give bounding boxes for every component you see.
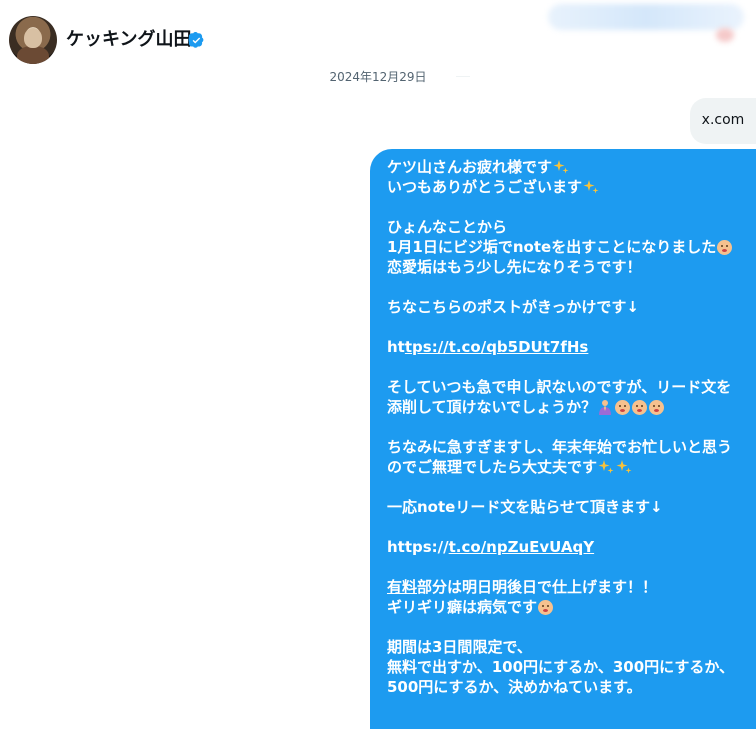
avatar[interactable] — [9, 16, 57, 64]
message-text: ケツ山さんお疲れ様です いつもありがとうございます ひょんなことから 1月1日に… — [387, 157, 747, 697]
message-line: 1月1日にビジ垢でnoteを出すことになりました — [387, 238, 717, 256]
date-label: 2024年12月29日 — [329, 70, 427, 84]
frowning-face-icon — [615, 400, 631, 415]
message-line: そしていつも急で申し訳ないのですが、リード文を — [387, 378, 732, 396]
blurred-header-icon — [716, 28, 734, 42]
message-line: 500円にするか、決めかねています。 — [387, 678, 642, 696]
message-line: https:// — [387, 538, 449, 556]
message-link[interactable]: 有料 — [387, 578, 417, 596]
message-line: いつもありがとうございます — [387, 178, 583, 196]
link-preview-domain[interactable]: x.com — [690, 112, 756, 128]
message-line: ギリギリ癖は病気です — [387, 598, 538, 616]
praying-person-icon — [599, 400, 612, 415]
sparkles-icon — [583, 180, 599, 194]
link-preview-bubble[interactable]: x.com — [690, 98, 756, 144]
message-line: ひょんなことから — [387, 218, 508, 236]
message-line: ちなみに急すぎますし、年末年始でお忙しいと思う — [387, 438, 733, 456]
message-line: 部分は明日明後日で仕上げます！！ — [417, 578, 658, 596]
conversation-header: ケッキング山田 — [0, 0, 756, 68]
message-line: ちなこちらのポストがきっかけです↓ — [387, 298, 639, 316]
message-line: 期間は3日間限定で、 — [387, 638, 532, 656]
message-line: ケツ山さんお疲れ様です — [387, 158, 553, 176]
frowning-face-icon — [538, 600, 554, 615]
message-line: ht — [387, 338, 405, 356]
pleading-face-icon — [717, 240, 733, 255]
message-link[interactable]: t.co/npZuEvUAqY — [449, 538, 594, 556]
date-separator: 2024年12月29日 — [0, 66, 756, 86]
message-bubble[interactable]: ケツ山さんお疲れ様です いつもありがとうございます ひょんなことから 1月1日に… — [370, 149, 756, 729]
sparkles-icon — [553, 160, 569, 174]
sparkles-icon — [598, 460, 614, 474]
message-line: 添削して頂けないでしょうか？ — [387, 398, 597, 416]
frowning-face-icon — [632, 400, 648, 415]
message-line: 無料で出すか、100円にするか、300円にするか、 — [387, 658, 735, 676]
blurred-header-element — [548, 4, 744, 30]
message-line: 恋愛垢はもう少し先になりそうです！ — [387, 258, 642, 276]
verified-badge-icon — [188, 32, 204, 48]
message-line: 一応noteリード文を貼らせて頂きます↓ — [387, 498, 663, 516]
message-line: のでご無理でしたら大丈夫です — [387, 458, 598, 476]
message-link[interactable]: tps://t.co/qb5DUt7fHs — [405, 338, 589, 356]
contact-name[interactable]: ケッキング山田 — [66, 28, 191, 52]
frowning-face-icon — [649, 400, 665, 415]
sparkles-icon — [616, 460, 632, 474]
